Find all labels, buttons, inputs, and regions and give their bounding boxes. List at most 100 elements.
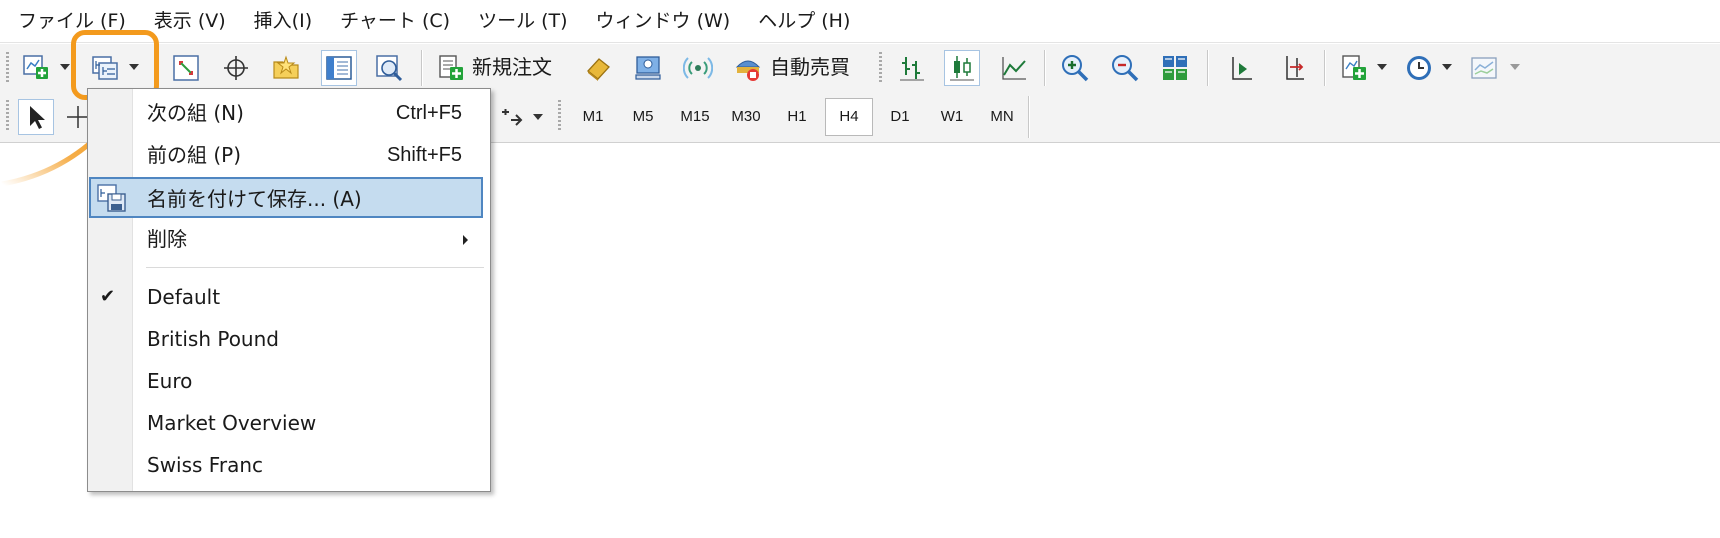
toolbar-separator: [1324, 50, 1325, 86]
signals-button[interactable]: [680, 50, 716, 86]
timeframe-m5[interactable]: M5: [619, 98, 667, 136]
history-center-button[interactable]: [580, 50, 616, 86]
new-chart-button[interactable]: [18, 50, 54, 86]
tile-windows-button[interactable]: [1157, 50, 1193, 86]
menu-item-previous-profile[interactable]: 前の組 (P) Shift+F5: [88, 135, 490, 175]
timeframe-mn[interactable]: MN: [978, 98, 1026, 136]
toolbar-grip[interactable]: [558, 100, 561, 132]
indicators-dropdown-caret[interactable]: [1377, 64, 1387, 70]
menu-item-profile-default[interactable]: ✔ Default: [88, 277, 490, 317]
auto-trading-button[interactable]: 自動売買: [770, 44, 850, 90]
timeframe-m1[interactable]: M1: [569, 98, 617, 136]
menu-insert[interactable]: 挿入(I): [240, 0, 326, 42]
menu-item-shortcut: Ctrl+F5: [395, 102, 462, 124]
zoom-out-button[interactable]: [1107, 50, 1143, 86]
shapes-icon: [502, 109, 523, 126]
history-center-icon: [587, 58, 610, 81]
toolbar-grip[interactable]: [879, 52, 882, 84]
menu-item-label: 名前を付けて保存... (A): [147, 187, 362, 211]
profiles-dropdown-menu: 次の組 (N) Ctrl+F5 前の組 (P) Shift+F5 名前を付けて保…: [87, 88, 491, 492]
chart-shift-icon: [1232, 57, 1252, 80]
menu-help[interactable]: ヘルプ (H): [744, 0, 864, 42]
menu-item-profile-euro[interactable]: Euro: [88, 361, 490, 401]
timeframe-m15[interactable]: M15: [671, 98, 719, 136]
templates-dropdown-caret[interactable]: [1510, 64, 1520, 70]
new-order-icon: [439, 55, 463, 80]
new-order-button[interactable]: 新規注文: [472, 44, 552, 90]
crosshair-icon: [224, 56, 248, 80]
menu-item-save-as[interactable]: 名前を付けて保存... (A): [89, 177, 483, 218]
zoom-in-icon: [1062, 55, 1089, 82]
auto-trading-icon: [735, 60, 761, 81]
auto-scroll-icon: [1286, 56, 1304, 80]
signal-icon: [683, 57, 713, 79]
zoom-in-button[interactable]: [1057, 50, 1093, 86]
menu-item-label: 前の組 (P): [147, 143, 242, 167]
menu-window[interactable]: ウィンドウ (W): [582, 0, 745, 42]
star-folder-icon: [273, 55, 299, 79]
tile-windows-icon: [1163, 56, 1187, 80]
menu-item-label: 削除: [147, 227, 187, 251]
timeframe-w1[interactable]: W1: [928, 98, 976, 136]
menu-item-shortcut: Shift+F5: [386, 144, 462, 166]
indicators-button[interactable]: [1336, 50, 1372, 86]
zoom-out-icon: [1112, 55, 1139, 82]
menu-chart[interactable]: チャート (C): [326, 0, 464, 42]
clock-icon: [1407, 56, 1431, 80]
menu-item-label: 次の組 (N): [147, 101, 244, 125]
templates-icon: [1471, 57, 1497, 79]
checkmark-icon: ✔: [100, 286, 116, 307]
menu-item-profile-swiss-franc[interactable]: Swiss Franc: [88, 445, 490, 485]
auto-scroll-button[interactable]: [1274, 50, 1310, 86]
chart-shift-button[interactable]: [1222, 50, 1258, 86]
new-chart-icon: [23, 55, 48, 79]
menu-item-profile-market-overview[interactable]: Market Overview: [88, 403, 490, 443]
save-profile-icon: [97, 184, 126, 212]
menu-item-label: Swiss Franc: [147, 453, 264, 477]
candlestick-chart-button[interactable]: [944, 50, 980, 86]
submenu-arrow-icon: [463, 235, 468, 245]
menu-item-label: British Pound: [147, 327, 279, 351]
terminal-button[interactable]: [321, 50, 357, 86]
toolbar-end-separator: [1028, 96, 1029, 138]
periods-dropdown-caret[interactable]: [1442, 64, 1452, 70]
menu-item-delete[interactable]: 削除: [88, 219, 490, 259]
shapes-button[interactable]: [494, 99, 530, 135]
candlestick-icon: [950, 56, 974, 81]
navigator-button[interactable]: [268, 50, 304, 86]
metaeditor-button[interactable]: [630, 50, 666, 86]
menu-item-profile-british-pound[interactable]: British Pound: [88, 319, 490, 359]
terminal-icon: [326, 56, 352, 80]
shapes-dropdown-caret[interactable]: [533, 114, 543, 120]
market-watch-icon: [173, 55, 199, 81]
toolbar-grip[interactable]: [6, 52, 9, 84]
timeframe-d1[interactable]: D1: [876, 98, 924, 136]
standard-toolbar: 新規注文 自動売買: [0, 43, 1720, 93]
data-window-button[interactable]: [218, 50, 254, 86]
metaeditor-icon: [635, 56, 661, 80]
templates-button[interactable]: [1466, 50, 1502, 86]
line-chart-button[interactable]: [996, 50, 1032, 86]
bar-chart-icon: [900, 57, 924, 81]
auto-trading-icon-wrap[interactable]: [730, 50, 766, 86]
menu-item-label: Default: [147, 285, 221, 309]
line-chart-icon: [1002, 57, 1026, 80]
menu-bar: ファイル (F) 表示 (V) 挿入(I) チャート (C) ツール (T) ウ…: [0, 0, 1720, 43]
periods-button[interactable]: [1401, 50, 1437, 86]
strategy-tester-icon: [376, 55, 403, 82]
menu-tools[interactable]: ツール (T): [464, 0, 581, 42]
toolbar-separator: [1207, 50, 1208, 86]
timeframe-h1[interactable]: H1: [773, 98, 821, 136]
menu-item-label: Market Overview: [147, 411, 317, 435]
bar-chart-button[interactable]: [894, 50, 930, 86]
menu-item-next-profile[interactable]: 次の組 (N) Ctrl+F5: [88, 93, 490, 133]
menu-item-label: Euro: [147, 369, 193, 393]
market-watch-button[interactable]: [168, 50, 204, 86]
toolbar-separator: [421, 50, 422, 86]
new-order-icon-wrap[interactable]: [433, 50, 469, 86]
new-chart-dropdown-caret[interactable]: [60, 64, 70, 70]
indicators-icon: [1342, 55, 1366, 80]
strategy-tester-button[interactable]: [371, 50, 407, 86]
timeframe-m30[interactable]: M30: [722, 98, 770, 136]
timeframe-h4[interactable]: H4: [825, 98, 873, 136]
